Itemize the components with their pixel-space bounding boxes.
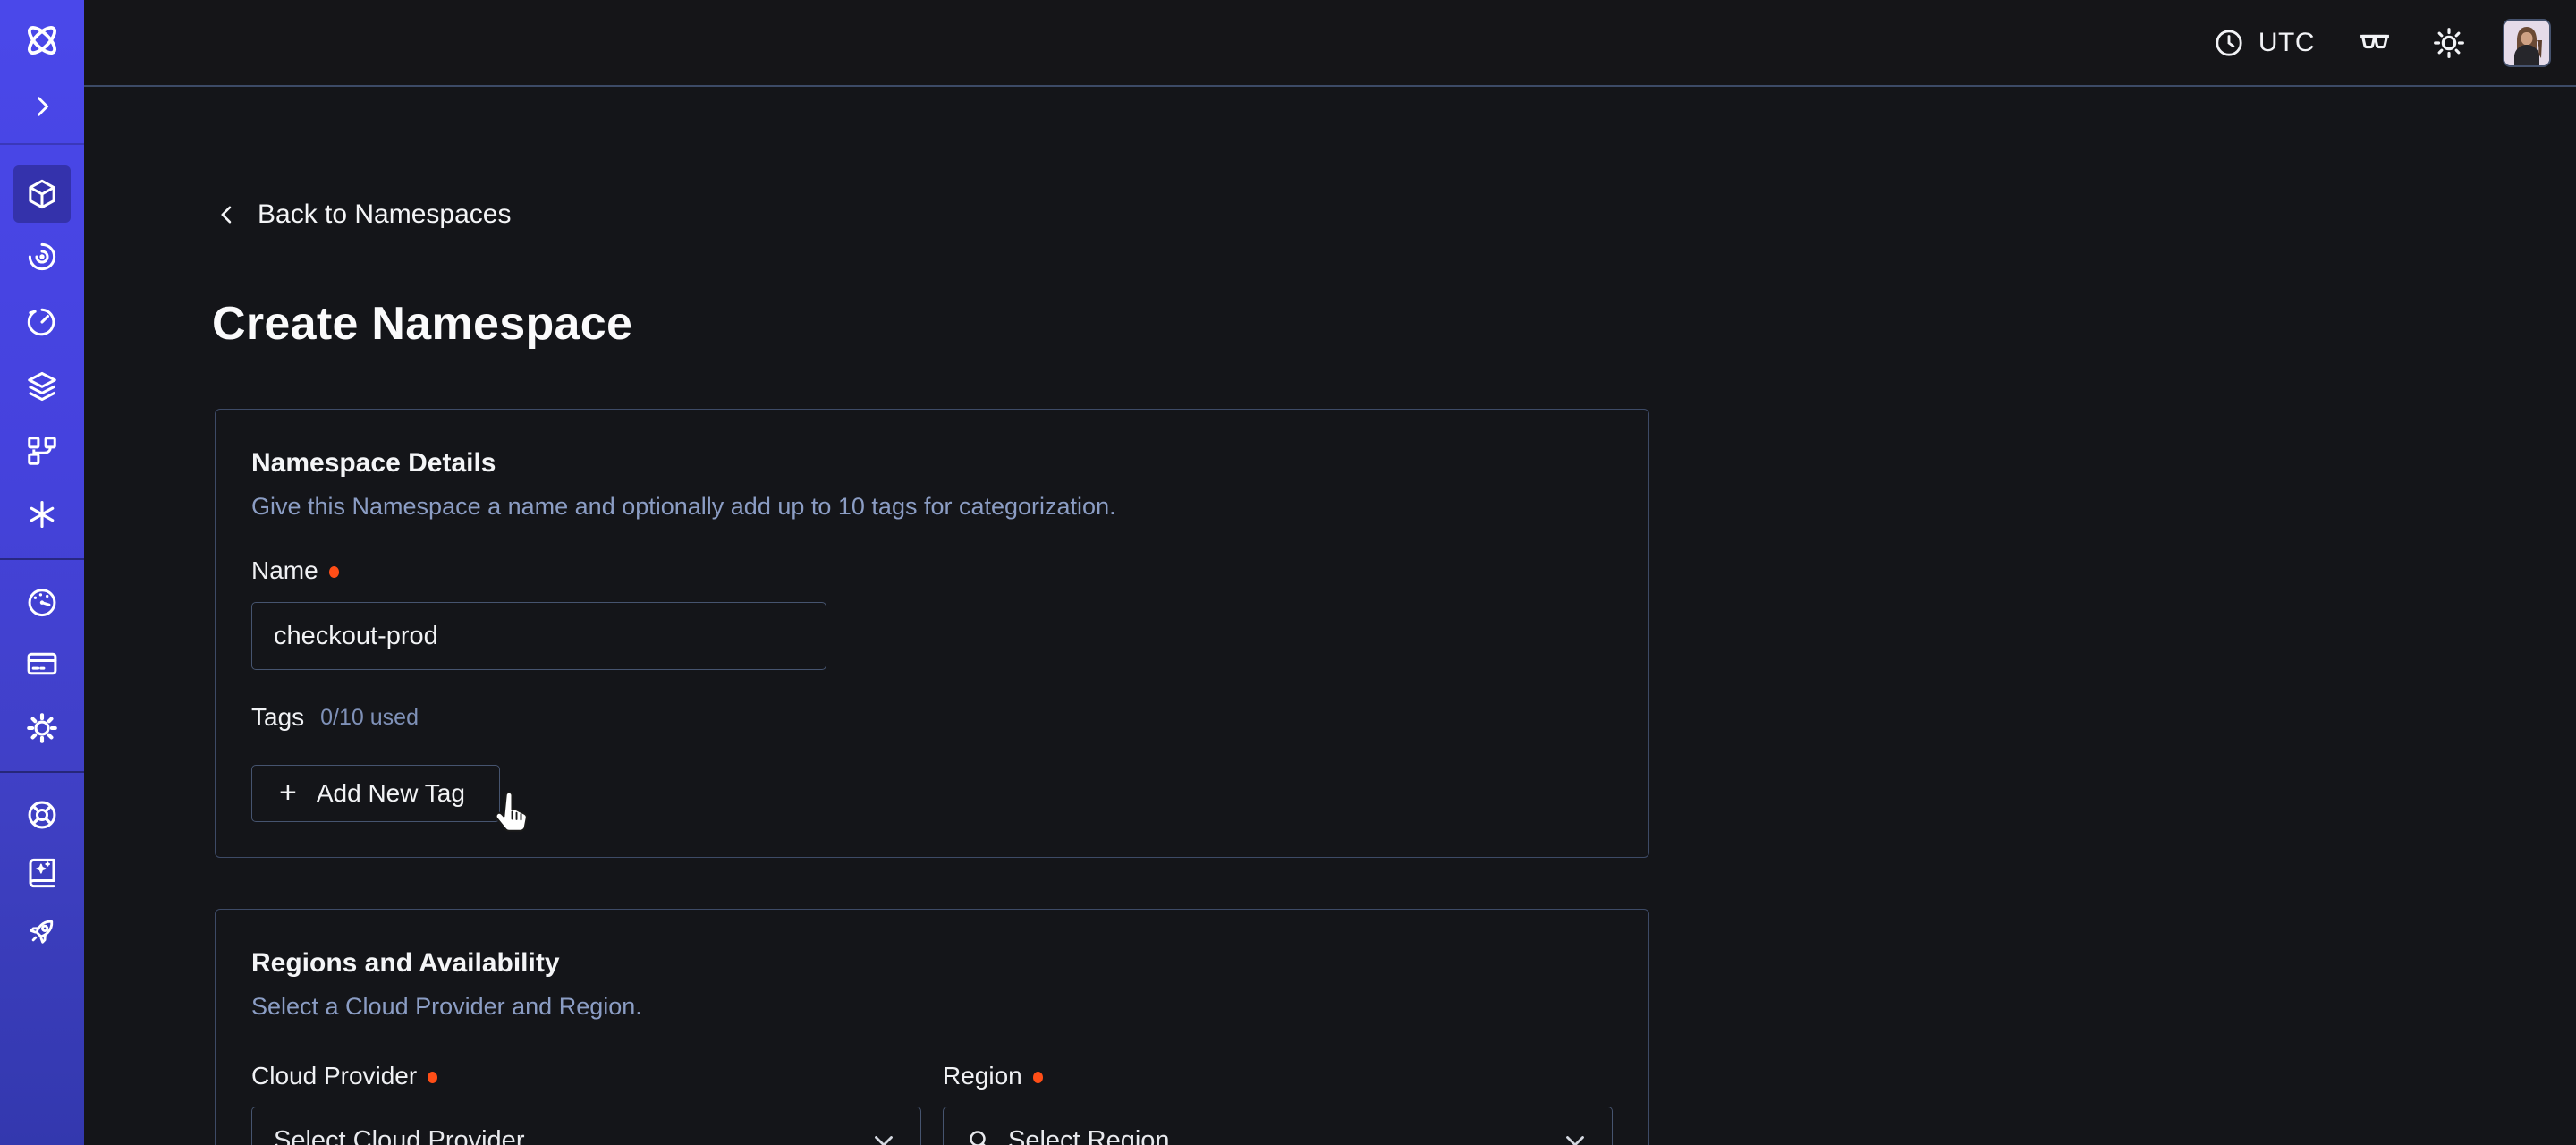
gear-icon [25, 711, 59, 745]
region-form-grid: Cloud Provider Select Cloud Provider Reg… [251, 1062, 1613, 1145]
temporal-logo-icon[interactable] [13, 12, 71, 69]
cube-icon [25, 177, 59, 211]
topbar-actions: UTC [2213, 0, 2551, 85]
timezone-label: UTC [2258, 28, 2315, 58]
sidebar-item-usage[interactable] [13, 573, 71, 631]
required-dot [329, 566, 339, 578]
card-title: Namespace Details [251, 447, 1613, 479]
cloud-provider-field: Cloud Provider Select Cloud Provider [251, 1062, 921, 1145]
region-label: Region [943, 1062, 1022, 1090]
tags-usage-counter: 0/10 used [320, 705, 419, 731]
topbar: UTC [84, 0, 2576, 87]
avatar-photo [2504, 21, 2549, 65]
regions-availability-card: Regions and Availability Select a Cloud … [215, 909, 1649, 1145]
add-new-tag-label: Add New Tag [317, 779, 465, 808]
sidebar [0, 0, 84, 1145]
back-to-namespaces-link[interactable]: Back to Namespaces [215, 199, 511, 230]
sidebar-item-workflows[interactable] [13, 228, 71, 285]
search-icon [965, 1126, 994, 1145]
sidebar-item-support[interactable] [13, 786, 71, 844]
tags-label: Tags [251, 703, 304, 732]
chevron-down-icon [1560, 1125, 1590, 1145]
sidebar-item-namespaces[interactable] [13, 165, 71, 223]
cloud-provider-placeholder: Select Cloud Provider [274, 1126, 869, 1145]
namespace-name-input[interactable] [251, 602, 826, 670]
namespace-details-card: Namespace Details Give this Namespace a … [215, 409, 1649, 858]
sidebar-item-docs[interactable] [13, 844, 71, 902]
lifebuoy-icon [25, 798, 59, 832]
sidebar-item-worker-deployments[interactable] [13, 422, 71, 479]
card-subtitle: Give this Namespace a name and optionall… [251, 492, 1613, 521]
card-title: Regions and Availability [251, 947, 1613, 980]
sidebar-item-schedules[interactable] [13, 293, 71, 351]
back-label: Back to Namespaces [258, 199, 511, 230]
rocket-icon [25, 914, 59, 948]
name-label-row: Name [251, 556, 1613, 585]
sidebar-item-settings[interactable] [13, 700, 71, 757]
sidebar-item-get-started[interactable] [13, 903, 71, 960]
glasses-icon[interactable] [2356, 24, 2394, 62]
main-content: Back to Namespaces Create Namespace Name… [84, 87, 2576, 1145]
book-sparkle-icon [25, 856, 59, 890]
asterisk-icon [25, 497, 59, 531]
gauge-icon [25, 585, 59, 619]
region-field: Region Select Region [943, 1062, 1613, 1145]
sidebar-item-deployments[interactable] [13, 358, 71, 415]
sidebar-divider [0, 143, 84, 145]
user-avatar[interactable] [2503, 19, 2551, 67]
name-label: Name [251, 556, 318, 585]
sidebar-divider [0, 771, 84, 773]
timer-icon [25, 305, 59, 339]
region-select[interactable]: Select Region [943, 1107, 1613, 1145]
cloud-provider-select[interactable]: Select Cloud Provider [251, 1107, 921, 1145]
region-placeholder: Select Region [1008, 1126, 1560, 1145]
credit-card-icon [25, 647, 59, 681]
app-window: UTC [0, 0, 2576, 1145]
sidebar-item-nexus[interactable] [13, 486, 71, 543]
branch-icon [25, 434, 59, 468]
sidebar-divider [0, 558, 84, 560]
chevron-down-icon [869, 1125, 899, 1145]
plus-icon: + [279, 777, 297, 808]
card-subtitle: Select a Cloud Provider and Region. [251, 992, 1613, 1021]
chevron-left-icon [215, 200, 240, 229]
theme-sun-icon[interactable] [2431, 25, 2467, 61]
cloud-provider-label: Cloud Provider [251, 1062, 417, 1090]
required-dot [1033, 1072, 1043, 1083]
sidebar-item-billing[interactable] [13, 635, 71, 692]
sidebar-expand-chevron-icon[interactable] [13, 78, 71, 135]
layers-icon [25, 369, 59, 403]
required-dot [428, 1072, 437, 1083]
tags-label-row: Tags 0/10 used [251, 703, 1613, 732]
clock-icon [2213, 27, 2245, 59]
spiral-icon [25, 240, 59, 274]
page-title: Create Namespace [212, 298, 632, 350]
add-new-tag-button[interactable]: + Add New Tag [251, 765, 500, 822]
timezone-selector[interactable]: UTC [2213, 27, 2315, 59]
